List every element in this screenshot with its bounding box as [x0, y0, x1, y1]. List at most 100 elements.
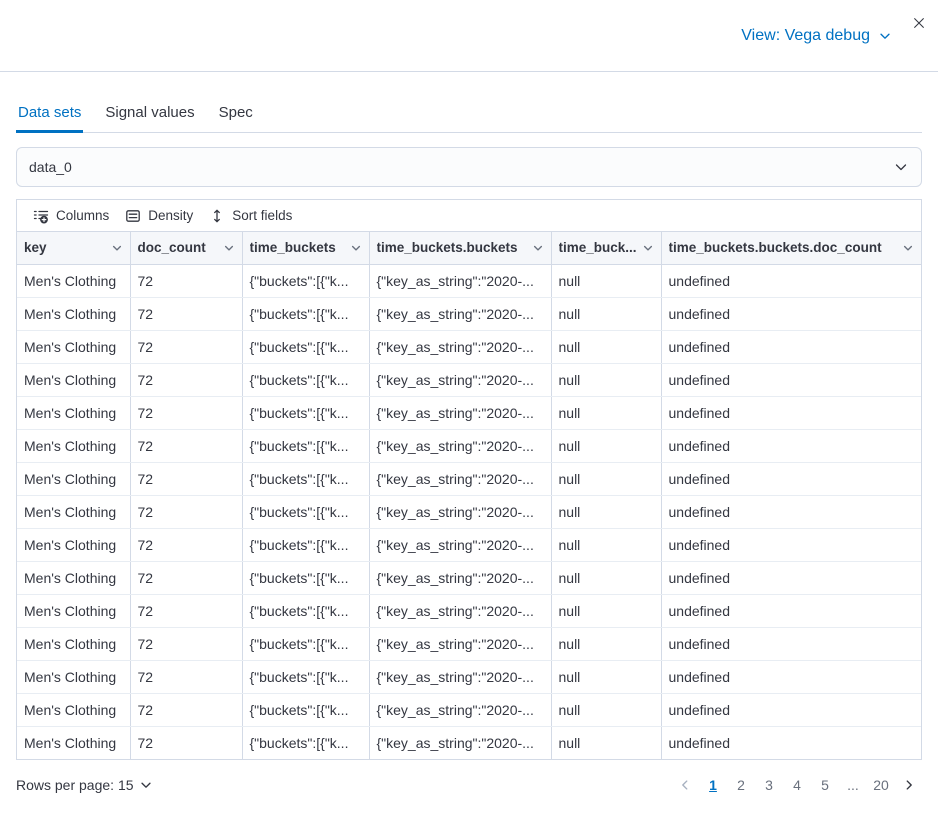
cell-time-buckets[interactable]: {"buckets":[{"k... [242, 495, 369, 528]
cell-time-buckets-buckets-doc-count[interactable]: undefined [661, 462, 921, 495]
cell-doc-count[interactable]: 72 [130, 396, 242, 429]
view-selector-button[interactable]: View: Vega debug [741, 27, 892, 45]
cell-time-buckets-buckets[interactable]: {"key_as_string":"2020-... [369, 594, 551, 627]
cell-time-buckets-buckets[interactable]: {"key_as_string":"2020-... [369, 396, 551, 429]
sort-fields-button[interactable]: Sort fields [201, 204, 300, 228]
cell-time-buckets-key[interactable]: null [551, 726, 661, 759]
column-header-time-buckets-buckets[interactable]: time_buckets.buckets [369, 232, 551, 264]
cell-key[interactable]: Men's Clothing [17, 627, 130, 660]
column-header-doc-count[interactable]: doc_count [130, 232, 242, 264]
cell-time-buckets[interactable]: {"buckets":[{"k... [242, 528, 369, 561]
cell-time-buckets[interactable]: {"buckets":[{"k... [242, 627, 369, 660]
cell-key[interactable]: Men's Clothing [17, 561, 130, 594]
cell-time-buckets[interactable]: {"buckets":[{"k... [242, 264, 369, 297]
cell-doc-count[interactable]: 72 [130, 561, 242, 594]
cell-time-buckets-key[interactable]: null [551, 627, 661, 660]
cell-time-buckets-buckets-doc-count[interactable]: undefined [661, 297, 921, 330]
cell-key[interactable]: Men's Clothing [17, 264, 130, 297]
cell-time-buckets-key[interactable]: null [551, 528, 661, 561]
cell-time-buckets-buckets-doc-count[interactable]: undefined [661, 660, 921, 693]
column-header-time-buckets-truncated[interactable]: time_buck... [551, 232, 661, 264]
cell-doc-count[interactable]: 72 [130, 264, 242, 297]
cell-doc-count[interactable]: 72 [130, 429, 242, 462]
cell-doc-count[interactable]: 72 [130, 627, 242, 660]
cell-time-buckets[interactable]: {"buckets":[{"k... [242, 363, 369, 396]
columns-button[interactable]: Columns [25, 204, 117, 228]
cell-time-buckets-buckets[interactable]: {"key_as_string":"2020-... [369, 627, 551, 660]
dataset-select[interactable]: data_0 [16, 147, 922, 187]
cell-key[interactable]: Men's Clothing [17, 396, 130, 429]
density-button[interactable]: Density [117, 204, 201, 228]
cell-time-buckets-key[interactable]: null [551, 330, 661, 363]
cell-time-buckets-buckets-doc-count[interactable]: undefined [661, 264, 921, 297]
cell-time-buckets-key[interactable]: null [551, 561, 661, 594]
cell-time-buckets-buckets[interactable]: {"key_as_string":"2020-... [369, 693, 551, 726]
cell-doc-count[interactable]: 72 [130, 495, 242, 528]
cell-time-buckets-buckets-doc-count[interactable]: undefined [661, 726, 921, 759]
cell-doc-count[interactable]: 72 [130, 330, 242, 363]
cell-time-buckets-key[interactable]: null [551, 297, 661, 330]
cell-time-buckets-key[interactable]: null [551, 429, 661, 462]
cell-time-buckets[interactable]: {"buckets":[{"k... [242, 693, 369, 726]
cell-time-buckets[interactable]: {"buckets":[{"k... [242, 660, 369, 693]
cell-time-buckets-buckets[interactable]: {"key_as_string":"2020-... [369, 726, 551, 759]
cell-time-buckets-buckets[interactable]: {"key_as_string":"2020-... [369, 561, 551, 594]
cell-doc-count[interactable]: 72 [130, 528, 242, 561]
column-header-time-buckets[interactable]: time_buckets [242, 232, 369, 264]
cell-time-buckets-buckets[interactable]: {"key_as_string":"2020-... [369, 462, 551, 495]
cell-time-buckets-buckets[interactable]: {"key_as_string":"2020-... [369, 660, 551, 693]
cell-time-buckets-buckets[interactable]: {"key_as_string":"2020-... [369, 429, 551, 462]
pagination-page-5[interactable]: 5 [812, 772, 838, 798]
pagination-page-4[interactable]: 4 [784, 772, 810, 798]
cell-time-buckets-key[interactable]: null [551, 495, 661, 528]
cell-time-buckets-buckets[interactable]: {"key_as_string":"2020-... [369, 495, 551, 528]
cell-key[interactable]: Men's Clothing [17, 429, 130, 462]
pagination-page-20[interactable]: 20 [868, 772, 894, 798]
cell-time-buckets-buckets-doc-count[interactable]: undefined [661, 363, 921, 396]
cell-time-buckets-key[interactable]: null [551, 264, 661, 297]
pagination-page-2[interactable]: 2 [728, 772, 754, 798]
cell-key[interactable]: Men's Clothing [17, 330, 130, 363]
cell-time-buckets-buckets-doc-count[interactable]: undefined [661, 330, 921, 363]
tab-data-sets[interactable]: Data sets [16, 100, 83, 133]
cell-doc-count[interactable]: 72 [130, 297, 242, 330]
cell-key[interactable]: Men's Clothing [17, 495, 130, 528]
cell-key[interactable]: Men's Clothing [17, 528, 130, 561]
cell-doc-count[interactable]: 72 [130, 363, 242, 396]
pagination-page-1[interactable]: 1 [700, 772, 726, 798]
cell-time-buckets-buckets[interactable]: {"key_as_string":"2020-... [369, 264, 551, 297]
cell-time-buckets-buckets-doc-count[interactable]: undefined [661, 627, 921, 660]
cell-time-buckets[interactable]: {"buckets":[{"k... [242, 561, 369, 594]
cell-time-buckets-buckets[interactable]: {"key_as_string":"2020-... [369, 528, 551, 561]
cell-time-buckets-buckets-doc-count[interactable]: undefined [661, 495, 921, 528]
cell-doc-count[interactable]: 72 [130, 693, 242, 726]
cell-time-buckets-buckets-doc-count[interactable]: undefined [661, 429, 921, 462]
cell-key[interactable]: Men's Clothing [17, 363, 130, 396]
close-button[interactable] [906, 10, 932, 36]
cell-time-buckets-key[interactable]: null [551, 462, 661, 495]
cell-time-buckets-buckets-doc-count[interactable]: undefined [661, 396, 921, 429]
cell-time-buckets-buckets-doc-count[interactable]: undefined [661, 561, 921, 594]
cell-key[interactable]: Men's Clothing [17, 594, 130, 627]
cell-doc-count[interactable]: 72 [130, 462, 242, 495]
cell-time-buckets-key[interactable]: null [551, 363, 661, 396]
cell-time-buckets-buckets-doc-count[interactable]: undefined [661, 594, 921, 627]
cell-time-buckets-buckets[interactable]: {"key_as_string":"2020-... [369, 363, 551, 396]
cell-time-buckets[interactable]: {"buckets":[{"k... [242, 429, 369, 462]
column-header-time-buckets-buckets-doc-count[interactable]: time_buckets.buckets.doc_count [661, 232, 921, 264]
cell-time-buckets[interactable]: {"buckets":[{"k... [242, 297, 369, 330]
cell-time-buckets-buckets-doc-count[interactable]: undefined [661, 528, 921, 561]
cell-key[interactable]: Men's Clothing [17, 693, 130, 726]
cell-time-buckets-key[interactable]: null [551, 396, 661, 429]
cell-doc-count[interactable]: 72 [130, 660, 242, 693]
cell-time-buckets-buckets-doc-count[interactable]: undefined [661, 693, 921, 726]
cell-key[interactable]: Men's Clothing [17, 726, 130, 759]
pagination-next-button[interactable] [896, 772, 922, 798]
cell-time-buckets[interactable]: {"buckets":[{"k... [242, 462, 369, 495]
cell-time-buckets[interactable]: {"buckets":[{"k... [242, 726, 369, 759]
cell-key[interactable]: Men's Clothing [17, 297, 130, 330]
tab-signal-values[interactable]: Signal values [103, 100, 196, 133]
cell-time-buckets-key[interactable]: null [551, 660, 661, 693]
cell-doc-count[interactable]: 72 [130, 594, 242, 627]
cell-time-buckets-key[interactable]: null [551, 693, 661, 726]
